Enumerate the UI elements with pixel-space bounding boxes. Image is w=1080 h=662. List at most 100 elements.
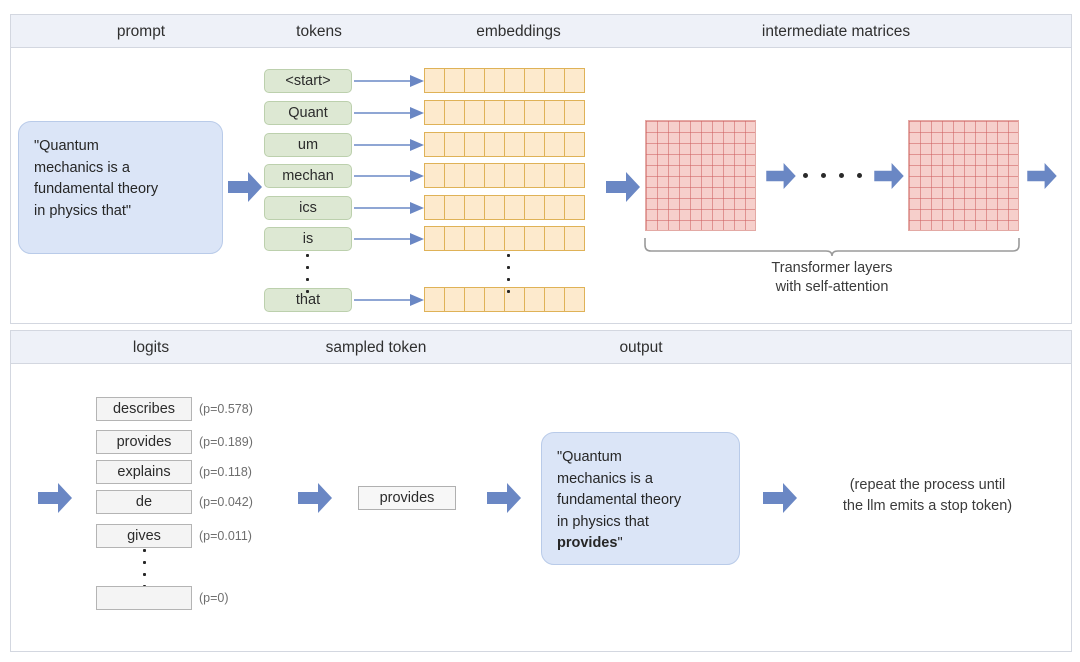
embedding-cell — [544, 287, 565, 312]
vertical-ellipsis-embeddings — [507, 254, 510, 302]
token-pill: is — [264, 227, 352, 251]
embedding-cell — [424, 195, 445, 220]
connector-arrow — [354, 107, 424, 118]
arrow-output-to-note — [763, 483, 797, 513]
token-pill: mechan — [264, 164, 352, 188]
embedding-cell — [564, 132, 585, 157]
column-label-logits: logits — [51, 331, 251, 364]
transformer-layers-brace — [644, 238, 1020, 261]
embedding-cell — [484, 287, 505, 312]
embedding-cell — [564, 195, 585, 220]
output-text-prefix: "Quantum mechanics is a fundamental theo… — [557, 449, 681, 530]
logit-probability: (p=0) — [199, 586, 229, 610]
embedding-cell — [544, 68, 565, 93]
connector-arrow — [354, 294, 424, 305]
vertical-ellipsis-tokens — [306, 254, 309, 302]
embedding-cell — [444, 163, 465, 188]
arrow-matrix-next — [766, 163, 796, 189]
arrow-embeddings-to-matrices — [606, 172, 640, 202]
connector-arrow — [354, 75, 424, 86]
logit-probability: (p=0.189) — [199, 430, 253, 454]
embedding-cell — [444, 226, 465, 251]
prompt-bubble: "Quantum mechanics is a fundamental theo… — [18, 121, 223, 254]
sampled-token-box: provides — [358, 486, 456, 510]
llm-inference-diagram: prompt tokens embeddings intermediate ma… — [0, 0, 1080, 662]
arrow-prompt-to-tokens — [228, 172, 262, 202]
token-pill: Quant — [264, 101, 352, 125]
column-label-sampled-token: sampled token — [261, 331, 491, 364]
embedding-cell — [504, 68, 525, 93]
logit-probability: (p=0.011) — [199, 524, 252, 548]
logit-token-box — [96, 586, 192, 610]
embedding-cell — [464, 163, 485, 188]
token-pill: ics — [264, 196, 352, 220]
embedding-cell — [544, 100, 565, 125]
embedding-cell — [484, 163, 505, 188]
embedding-cell — [424, 163, 445, 188]
embedding-row — [424, 132, 585, 157]
embedding-cell — [484, 195, 505, 220]
embedding-cell — [564, 163, 585, 188]
logit-probability: (p=0.578) — [199, 397, 253, 421]
logit-token-box: provides — [96, 430, 192, 454]
embedding-cell — [464, 226, 485, 251]
embedding-cell — [564, 287, 585, 312]
embedding-cell — [564, 226, 585, 251]
arrow-logits-to-sampled — [298, 483, 332, 513]
arrow-matrices-out — [1027, 163, 1057, 189]
embedding-row — [424, 287, 585, 312]
embedding-cell — [444, 68, 465, 93]
column-label-intermediate-matrices: intermediate matrices — [641, 15, 1031, 48]
logit-token-box: de — [96, 490, 192, 514]
embedding-cell — [484, 100, 505, 125]
embedding-cell — [464, 195, 485, 220]
output-bubble: "Quantum mechanics is a fundamental theo… — [541, 432, 740, 565]
arrow-matrix-prev — [874, 163, 904, 189]
column-label-prompt: prompt — [41, 15, 241, 48]
embedding-cell — [444, 100, 465, 125]
embedding-row — [424, 163, 585, 188]
connector-arrow — [354, 139, 424, 150]
token-pill: <start> — [264, 69, 352, 93]
output-text-bold: provides — [557, 535, 617, 551]
embedding-cell — [524, 195, 545, 220]
embedding-cell — [544, 195, 565, 220]
logit-token-box: gives — [96, 524, 192, 548]
embedding-cell — [504, 132, 525, 157]
embedding-cell — [504, 163, 525, 188]
embedding-cell — [464, 100, 485, 125]
embedding-cell — [524, 163, 545, 188]
arrow-sampled-to-output — [487, 483, 521, 513]
embedding-cell — [464, 68, 485, 93]
embedding-cell — [544, 226, 565, 251]
output-text-suffix: " — [617, 535, 622, 551]
embedding-cell — [464, 132, 485, 157]
column-label-tokens: tokens — [239, 15, 399, 48]
embedding-row — [424, 195, 585, 220]
embedding-cell — [524, 287, 545, 312]
repeat-process-note: (repeat the process until the llm emits … — [800, 475, 1055, 517]
arrow-into-logits — [38, 483, 72, 513]
horizontal-ellipsis-layers — [803, 173, 879, 178]
embedding-cell — [444, 132, 465, 157]
embedding-cell — [424, 226, 445, 251]
embedding-cell — [524, 100, 545, 125]
connector-arrow — [354, 170, 424, 181]
embedding-cell — [464, 287, 485, 312]
embedding-cell — [424, 287, 445, 312]
column-label-output: output — [526, 331, 756, 364]
embedding-cell — [544, 163, 565, 188]
logit-probability: (p=0.118) — [199, 460, 252, 484]
token-pill: um — [264, 133, 352, 157]
embedding-cell — [484, 226, 505, 251]
embedding-cell — [504, 226, 525, 251]
logit-token-box: describes — [96, 397, 192, 421]
transformer-layers-caption: Transformer layers with self-attention — [644, 259, 1020, 297]
embedding-cell — [424, 68, 445, 93]
embedding-row — [424, 100, 585, 125]
intermediate-matrix — [645, 120, 756, 231]
embedding-cell — [424, 132, 445, 157]
logit-token-box: explains — [96, 460, 192, 484]
embedding-cell — [484, 68, 505, 93]
embedding-cell — [444, 287, 465, 312]
